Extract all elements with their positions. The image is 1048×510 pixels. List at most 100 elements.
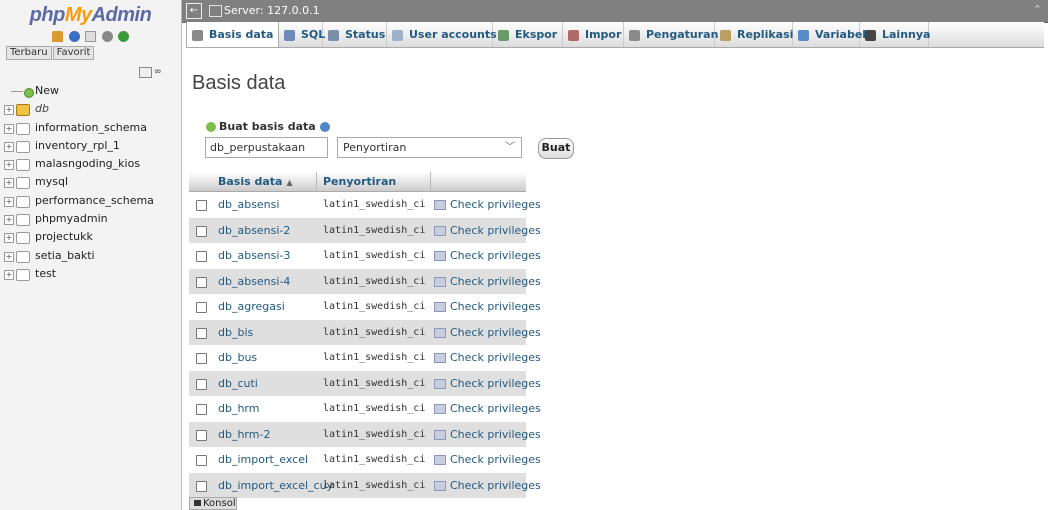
tree-item[interactable]: + phpmyadmin	[0, 210, 180, 228]
database-icon	[16, 177, 30, 190]
check-privileges-link[interactable]: Check privileges	[434, 422, 541, 448]
back-arrow-icon[interactable]: ←	[186, 3, 202, 19]
check-privileges-link[interactable]: Check privileges	[434, 396, 541, 422]
tree-item-label: projectukk	[35, 230, 93, 244]
database-link[interactable]: db_absensi-2	[218, 218, 290, 244]
database-link[interactable]: db_absensi	[218, 192, 279, 218]
collapse-all-control[interactable]: ∞	[139, 65, 162, 78]
tab-pengaturan[interactable]: Pengaturan	[624, 22, 718, 47]
link-icon[interactable]: ∞	[154, 67, 162, 77]
database-link[interactable]: db_absensi-3	[218, 243, 290, 269]
row-checkbox[interactable]	[196, 353, 207, 364]
row-checkbox[interactable]	[196, 480, 207, 492]
expand-icon[interactable]: +	[4, 196, 14, 207]
expand-icon[interactable]: +	[4, 233, 14, 244]
database-link[interactable]: db_bis	[218, 320, 253, 346]
database-link[interactable]: db_absensi-4	[218, 269, 290, 295]
reload-icon[interactable]	[118, 30, 129, 42]
tree-item[interactable]: + projectukk	[0, 228, 180, 246]
row-checkbox[interactable]	[196, 276, 207, 288]
check-privileges-link[interactable]: Check privileges	[434, 243, 541, 269]
tab-ekspor[interactable]: Ekspor	[493, 22, 563, 47]
row-checkbox[interactable]	[196, 225, 207, 237]
settings-icon[interactable]	[101, 30, 113, 42]
tree-item[interactable]: + mysql	[0, 173, 180, 191]
expand-icon[interactable]: +	[4, 269, 14, 280]
nav-icon-bar	[0, 29, 181, 43]
table-row: db_absensi-4 latin1_swedish_ci Check privi…	[189, 268, 541, 295]
tab-sql[interactable]: SQL	[279, 22, 325, 47]
tab-variabel[interactable]: Variabel	[793, 22, 866, 47]
tree-item[interactable]: + information_schema	[0, 119, 180, 137]
favorite-tab[interactable]: Favorit	[52, 46, 95, 60]
tree-item-label: mysql	[35, 175, 68, 189]
check-privileges-link[interactable]: Check privileges	[434, 473, 541, 499]
expand-icon[interactable]: +	[4, 141, 14, 152]
tab-replikasi[interactable]: Replikasi	[715, 22, 793, 47]
row-checkbox[interactable]	[196, 327, 207, 339]
server-icon	[209, 5, 222, 17]
collation-select[interactable]: Penyortiran ﹀	[337, 137, 522, 158]
check-privileges-link[interactable]: Check privileges	[434, 269, 541, 295]
collation-value: latin1_swedish_ci	[323, 199, 426, 210]
create-database-button[interactable]: Buat	[538, 138, 574, 159]
recent-tab[interactable]: Terbaru	[6, 46, 52, 60]
tree-item[interactable]: New	[0, 82, 180, 100]
tree-item-label: phpmyadmin	[35, 212, 108, 226]
tab-lainnya[interactable]: Lainnya	[860, 22, 930, 47]
server-breadcrumb[interactable]: Server: 127.0.0.1	[224, 4, 320, 17]
expand-icon[interactable]: +	[4, 178, 14, 189]
database-link[interactable]: db_import_excel	[218, 447, 308, 473]
logout-icon[interactable]	[68, 30, 80, 42]
database-name-input[interactable]	[205, 137, 328, 158]
expand-icon[interactable]: +	[4, 215, 14, 226]
tree-item[interactable]: + setia_bakti	[0, 247, 180, 265]
database-link[interactable]: db_import_excel_cuy	[218, 473, 333, 499]
check-privileges-link[interactable]: Check privileges	[434, 192, 541, 218]
collation-value: latin1_swedish_ci	[323, 275, 426, 287]
expand-icon[interactable]: +	[4, 105, 14, 116]
tree-item-label: information_schema	[35, 120, 147, 134]
tree-item[interactable]: + test	[0, 265, 180, 283]
row-checkbox[interactable]	[196, 429, 207, 441]
maximize-icon[interactable]: ⌃	[1033, 3, 1042, 16]
tab-basis-data[interactable]: Basis data	[186, 22, 279, 47]
tree-item[interactable]: + performance_schema	[0, 192, 180, 210]
expand-icon[interactable]: +	[4, 123, 14, 134]
tree-item[interactable]: + inventory_rpl_1	[0, 137, 180, 155]
row-checkbox[interactable]	[196, 302, 207, 313]
check-privileges-link[interactable]: Check privileges	[434, 447, 541, 473]
row-checkbox[interactable]	[196, 251, 207, 262]
database-link[interactable]: db_bus	[218, 345, 257, 371]
phpmyadmin-logo[interactable]: phpMyAdmin	[0, 0, 181, 26]
check-privileges-link[interactable]: Check privileges	[434, 294, 541, 320]
database-link[interactable]: db_hrm-2	[218, 422, 270, 448]
check-privileges-link[interactable]: Check privileges	[434, 218, 541, 244]
help-icon[interactable]	[319, 122, 330, 132]
row-checkbox[interactable]	[196, 378, 207, 390]
tree-item[interactable]: + malasngoding_kios	[0, 155, 180, 173]
header-collation[interactable]: Penyortiran	[323, 175, 396, 188]
privileges-icon	[434, 480, 446, 491]
check-privileges-link[interactable]: Check privileges	[434, 371, 541, 397]
console-toggle[interactable]: Konsol	[189, 497, 237, 510]
expand-icon[interactable]: +	[4, 160, 14, 171]
collapse-all-icon[interactable]	[139, 66, 152, 78]
database-link[interactable]: db_cuti	[218, 371, 258, 397]
home-icon[interactable]	[52, 30, 63, 42]
tab-impor[interactable]: Impor	[563, 22, 624, 47]
check-privileges-link[interactable]: Check privileges	[434, 320, 541, 346]
row-checkbox[interactable]	[196, 200, 207, 211]
check-privileges-link[interactable]: Check privileges	[434, 345, 541, 371]
tree-item[interactable]: + db	[0, 100, 180, 118]
header-database[interactable]: Basis data ▲	[218, 175, 293, 188]
expand-icon[interactable]: +	[4, 251, 14, 262]
tab-user-accounts[interactable]: User accounts	[387, 22, 497, 47]
documentation-icon[interactable]	[85, 30, 96, 42]
recent-favorite-tabs: Terbaru Favorit	[0, 43, 181, 60]
tab-status[interactable]: Status	[323, 22, 387, 47]
database-link[interactable]: db_hrm	[218, 396, 259, 422]
row-checkbox[interactable]	[196, 404, 207, 415]
row-checkbox[interactable]	[196, 455, 207, 466]
database-link[interactable]: db_agregasi	[218, 294, 285, 320]
